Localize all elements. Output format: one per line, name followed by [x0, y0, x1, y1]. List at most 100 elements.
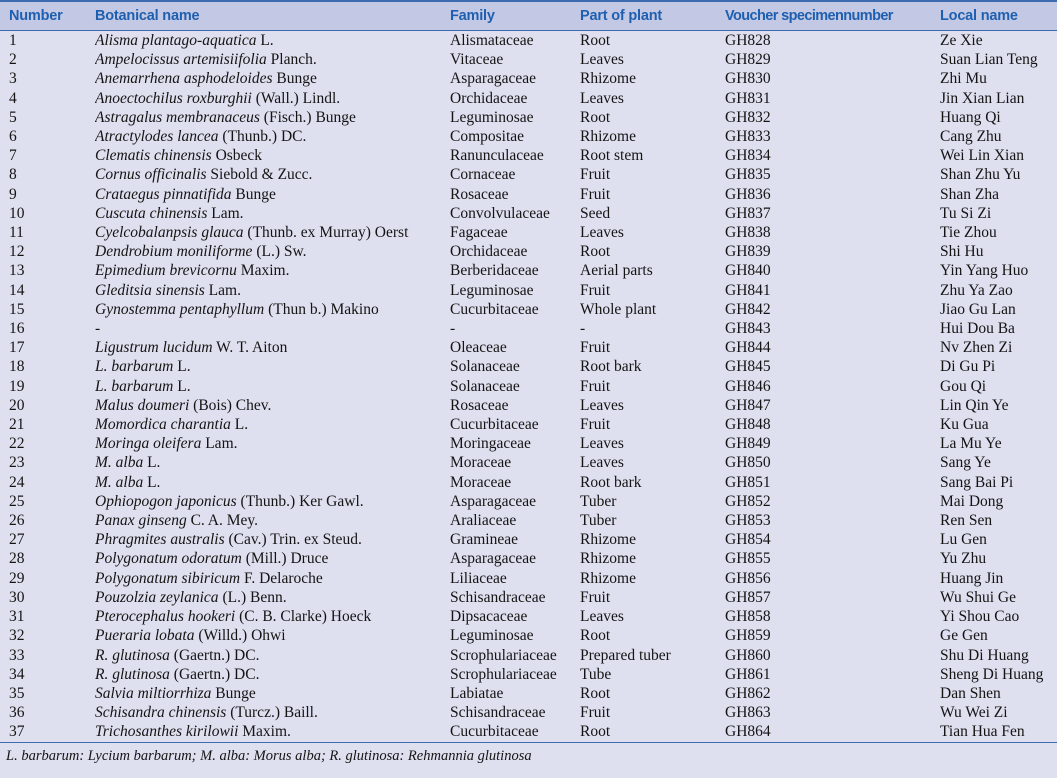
botanical-authority: (Thun b.) Makino — [264, 300, 379, 318]
botanical-binomial: Trichosanthes kirilowii — [95, 723, 239, 741]
table-row: 19 L. barbarum L. Solanaceae Fruit GH846 Gou … — [0, 376, 1057, 396]
table-row: 18 L. barbarum L. Solanaceae Root bark GH845… — [0, 357, 1057, 377]
cell-local-name: Wu Wei Zi — [940, 704, 1008, 722]
cell-botanical-name: Ligustrum lucidum W. T. Aiton — [95, 338, 450, 357]
cell-local-name: Tu Si Zi — [940, 204, 992, 222]
botanical-binomial: Anemarrhena asphodeloides — [95, 70, 273, 88]
cell-part-of-plant: Leaves — [580, 89, 624, 107]
cell-botanical-name: L. barbarum L. — [95, 357, 450, 376]
cell-part-of-plant: Root — [580, 684, 611, 702]
cell-voucher-specimen-number: GH849 — [725, 435, 771, 453]
cell-family: Cucurbitaceae — [450, 416, 539, 434]
table-row: 34 R. glutinosa (Gaertn.) DC. Scrophularia… — [0, 664, 1057, 684]
cell-part-of-plant: Fruit — [580, 416, 611, 434]
botanical-authority: (Willd.) Ohwi — [194, 627, 286, 645]
botanical-binomial: Pouzolzia zeylanica — [95, 588, 219, 606]
cell-family: Convolvulaceae — [450, 204, 550, 222]
cell-voucher-specimen-number: GH832 — [725, 108, 771, 126]
botanical-authority: (Turcz.) Baill. — [226, 704, 318, 722]
cell-botanical-name: Epimedium brevicornu Maxim. — [95, 261, 450, 280]
cell-botanical-name: Clematis chinensis Osbeck — [95, 146, 450, 165]
cell-family: Moringaceae — [450, 435, 531, 453]
table-row: 20 Malus doumeri (Bois) Chev. Rosaceae Leav… — [0, 395, 1057, 416]
botanical-authority: L. — [173, 358, 191, 376]
table-row: 2 Ampelocissus artemisiifolia Planch. Vita… — [0, 50, 1057, 70]
cell-local-name: Suan Lian Teng — [940, 51, 1038, 69]
cell-family: Gramineae — [450, 531, 518, 549]
botanical-binomial: Malus doumeri — [95, 396, 190, 414]
cell-botanical-name: Pouzolzia zeylanica (L.) Benn. — [95, 588, 450, 607]
cell-local-name: Ku Gua — [940, 416, 989, 434]
cell-voucher-specimen-number: GH838 — [725, 224, 771, 242]
cell-number: 33 — [9, 646, 25, 664]
cell-local-name: Yu Zhu — [940, 550, 987, 568]
botanical-authority: C. A. Mey. — [186, 512, 259, 530]
cell-voucher-specimen-number: GH841 — [725, 281, 771, 299]
cell-number: 9 — [9, 185, 17, 203]
cell-family: Orchidaceae — [450, 89, 528, 107]
botanical-binomial: Cyelcobalanpsis glauca — [95, 224, 244, 242]
cell-part-of-plant: Root — [580, 108, 611, 126]
cell-botanical-name: Dendrobium moniliforme (L.) Sw. — [95, 242, 450, 261]
plant-voucher-table: Number Botanical name Family Part of pla… — [0, 0, 1057, 742]
botanical-authority: Lam. — [201, 435, 238, 453]
cell-family: Schisandraceae — [450, 704, 546, 722]
cell-local-name: Dan Shen — [940, 684, 1001, 702]
cell-number: 3 — [9, 70, 17, 88]
table-row: 30 Pouzolzia zeylanica (L.) Benn. Schisand… — [0, 587, 1057, 608]
cell-local-name: Huang Qi — [940, 108, 1001, 126]
cell-botanical-name: R. glutinosa (Gaertn.) DC. — [95, 646, 450, 665]
botanical-binomial: Crataegus pinnatifida — [95, 185, 232, 203]
botanical-authority: Maxim. — [236, 262, 290, 280]
column-header-botanical-name: Botanical name — [95, 8, 200, 24]
botanical-binomial: Dendrobium moniliforme — [95, 243, 253, 261]
cell-family: Rosaceae — [450, 185, 509, 203]
botanical-binomial: Gynostemma pentaphyllum — [95, 300, 265, 318]
cell-part-of-plant: Prepared tuber — [580, 646, 671, 664]
cell-part-of-plant: Seed — [580, 204, 611, 222]
cell-family: Fagaceae — [450, 224, 508, 242]
cell-part-of-plant: Tuber — [580, 512, 617, 530]
cell-part-of-plant: Leaves — [580, 454, 624, 472]
botanical-authority: Lam. — [204, 281, 241, 299]
cell-family: Cucurbitaceae — [450, 300, 539, 318]
cell-voucher-specimen-number: GH857 — [725, 588, 771, 606]
botanical-binomial: Phragmites australis — [95, 531, 225, 549]
botanical-authority: L. — [173, 377, 191, 395]
cell-local-name: Nv Zhen Zi — [940, 339, 1013, 357]
cell-family: Cornaceae — [450, 166, 516, 184]
botanical-authority: W. T. Aiton — [212, 339, 288, 357]
cell-number: 15 — [9, 300, 25, 318]
cell-voucher-specimen-number: GH864 — [725, 723, 771, 741]
cell-botanical-name: Pueraria lobata (Willd.) Ohwi — [95, 626, 450, 645]
cell-number: 28 — [9, 550, 25, 568]
table-row: 11 Cyelcobalanpsis glauca (Thunb. ex Murr… — [0, 223, 1057, 243]
cell-number: 1 — [9, 32, 17, 49]
cell-local-name: Shan Zhu Yu — [940, 166, 1021, 184]
plant-voucher-table-container: Number Botanical name Family Part of pla… — [0, 0, 1057, 778]
cell-voucher-specimen-number: GH847 — [725, 396, 771, 414]
cell-local-name: Shan Zha — [940, 185, 999, 203]
cell-local-name: Yin Yang Huo — [940, 262, 1029, 280]
cell-botanical-name: Crataegus pinnatifida Bunge — [95, 185, 450, 204]
table-row: 32 Pueraria lobata (Willd.) Ohwi Leguminos… — [0, 626, 1057, 646]
cell-voucher-specimen-number: GH828 — [725, 32, 771, 49]
cell-family: Scrophulariaceae — [450, 646, 557, 664]
botanical-authority: Planch. — [266, 51, 317, 69]
cell-local-name: Mai Dong — [940, 492, 1004, 510]
botanical-authority: (Bois) Chev. — [189, 396, 272, 414]
cell-part-of-plant: Aerial parts — [580, 262, 653, 280]
cell-botanical-name: L. barbarum L. — [95, 377, 450, 396]
botanical-authority: (C. B. Clarke) Hoeck — [235, 608, 372, 626]
botanical-binomial: Ophiopogon japonicus — [95, 492, 237, 510]
cell-number: 14 — [9, 281, 25, 299]
table-row: 8 Cornus officinalis Siebold & Zucc. Corna… — [0, 165, 1057, 185]
cell-voucher-specimen-number: GH842 — [725, 300, 771, 318]
cell-number: 6 — [9, 128, 17, 146]
cell-local-name: Huang Jin — [940, 569, 1004, 587]
table-row: 9 Crataegus pinnatifida Bunge Rosaceae Frui… — [0, 184, 1057, 204]
cell-part-of-plant: Fruit — [580, 377, 611, 395]
cell-local-name: Tie Zhou — [940, 224, 997, 242]
botanical-authority: (Wall.) Lindl. — [251, 89, 341, 107]
cell-number: 5 — [9, 108, 17, 126]
